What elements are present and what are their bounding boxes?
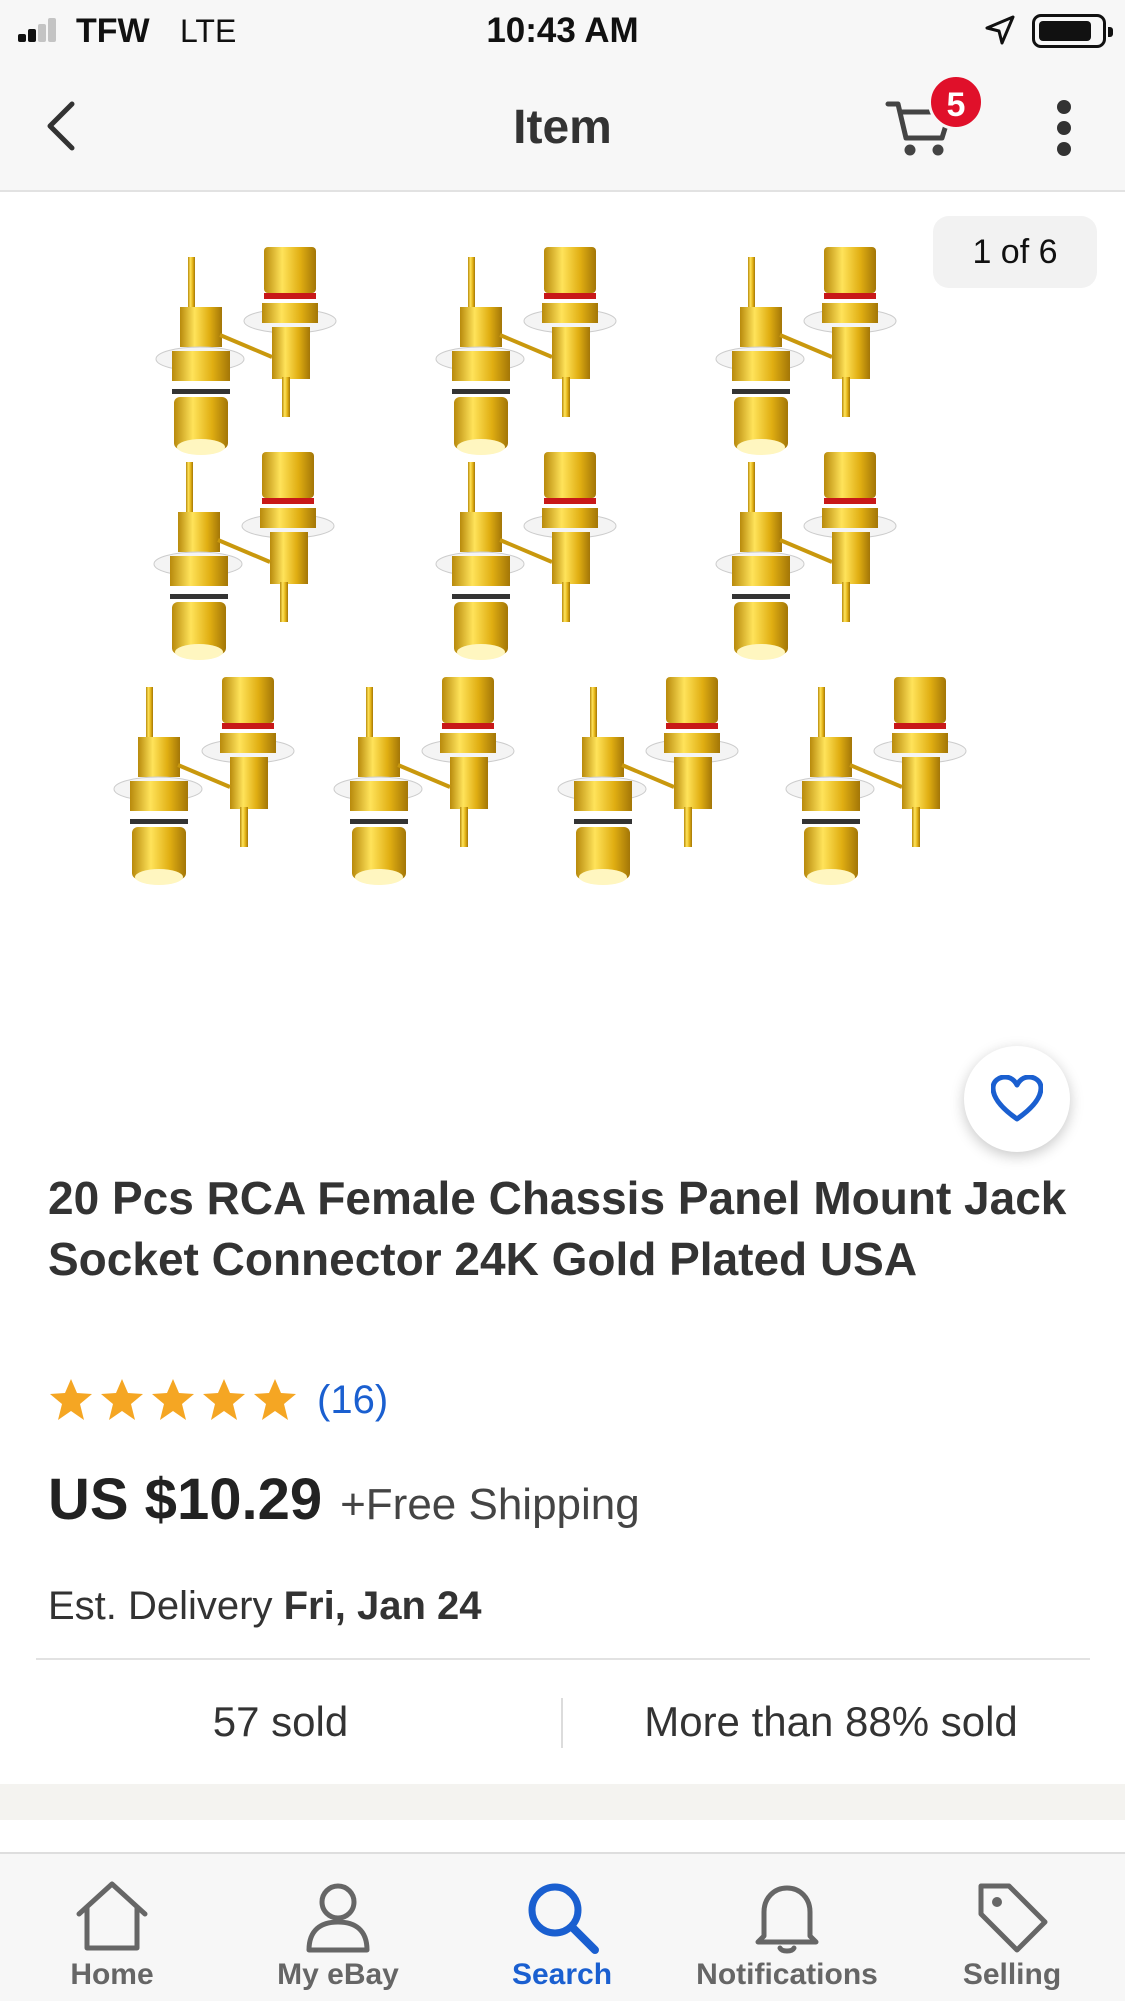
tab-label: Selling bbox=[962, 1958, 1062, 1991]
rating-row[interactable]: (16) bbox=[48, 1372, 388, 1428]
delivery-date: Fri, Jan 24 bbox=[283, 1584, 482, 1628]
home-icon bbox=[76, 1881, 148, 1951]
section-gap bbox=[0, 1784, 1125, 1820]
tab-notifications[interactable]: Notifications bbox=[682, 1854, 892, 2001]
product-image-gallery[interactable]: 1 of 6 bbox=[0, 192, 1125, 1112]
delivery-label: Est. Delivery bbox=[48, 1584, 273, 1628]
star-icon bbox=[152, 1379, 194, 1420]
star-icon bbox=[203, 1379, 245, 1420]
tab-selling[interactable]: Selling bbox=[920, 1854, 1104, 2001]
tab-label: Home bbox=[70, 1958, 154, 1991]
rca-jack-pair bbox=[556, 675, 740, 887]
tab-my-ebay[interactable]: My eBay bbox=[246, 1854, 430, 2001]
rca-jack-pair bbox=[332, 675, 516, 887]
bell-icon bbox=[755, 1885, 819, 1954]
sales-stats: 57 sold More than 88% sold bbox=[0, 1660, 1125, 1784]
product-image[interactable] bbox=[0, 192, 1125, 1112]
star-icon bbox=[254, 1379, 296, 1420]
sold-count: 57 sold bbox=[212, 1698, 349, 1745]
rca-jack-pair bbox=[434, 245, 618, 457]
tag-icon bbox=[978, 1883, 1048, 1953]
price: US $10.29 bbox=[48, 1467, 323, 1532]
tab-home[interactable]: Home bbox=[20, 1854, 204, 2001]
cart-count-badge: 5 bbox=[928, 74, 984, 130]
rca-jack-pair bbox=[152, 450, 336, 662]
delivery-estimate: Est. Delivery Fri, Jan 24 bbox=[48, 1584, 482, 1629]
star-icon bbox=[50, 1379, 92, 1420]
price-row: US $10.29 +Free Shipping bbox=[48, 1466, 640, 1533]
nav-header: Item 5 bbox=[0, 62, 1125, 192]
rca-jack-pair bbox=[714, 245, 898, 457]
person-icon bbox=[306, 1883, 370, 1953]
rca-jack-pair bbox=[434, 450, 618, 662]
status-time: 10:43 AM bbox=[486, 11, 639, 50]
rca-jack-pair bbox=[784, 675, 968, 887]
tab-search[interactable]: Search bbox=[470, 1854, 654, 2001]
image-counter: 1 of 6 bbox=[933, 216, 1097, 288]
rca-jack-pair bbox=[154, 245, 338, 457]
location-arrow-icon bbox=[985, 15, 1015, 45]
add-to-watchlist-button[interactable] bbox=[964, 1046, 1070, 1152]
star-rating bbox=[48, 1377, 303, 1423]
star-icon bbox=[101, 1379, 143, 1420]
rca-jack-pair bbox=[714, 450, 898, 662]
search-icon bbox=[528, 1883, 599, 1954]
heart-icon bbox=[991, 1075, 1043, 1122]
sold-percent: More than 88% sold bbox=[644, 1698, 1018, 1745]
more-options-icon[interactable] bbox=[1044, 98, 1084, 158]
shipping-info: +Free Shipping bbox=[340, 1480, 640, 1529]
product-title: 20 Pcs RCA Female Chassis Panel Mount Ja… bbox=[48, 1172, 1067, 1285]
battery-icon bbox=[1032, 14, 1113, 48]
tab-label: Search bbox=[511, 1958, 613, 1991]
bottom-tab-bar: Home My eBay Search Notifications Sellin… bbox=[0, 1852, 1125, 2001]
tab-label: Notifications bbox=[696, 1958, 878, 1991]
status-bar: TFW LTE 10:43 AM bbox=[0, 0, 1125, 62]
rca-jack-pair bbox=[112, 675, 296, 887]
tab-label: My eBay bbox=[277, 1958, 399, 1991]
review-count-link[interactable]: (16) bbox=[317, 1378, 388, 1423]
